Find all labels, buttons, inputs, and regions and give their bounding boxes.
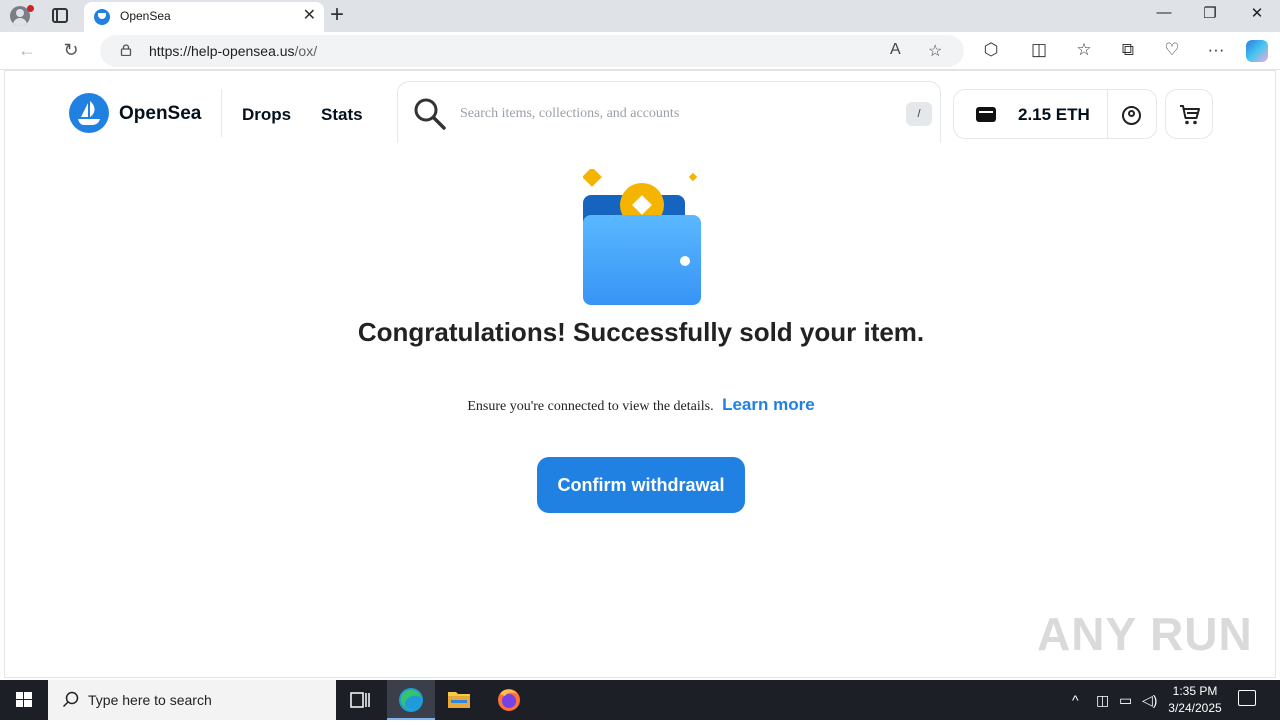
url-host: https://help-opensea.us bbox=[149, 43, 295, 59]
task-view-button[interactable] bbox=[336, 680, 384, 720]
address-bar[interactable]: https://help-opensea.us/ox/ A ☆ bbox=[100, 35, 964, 67]
read-aloud-icon[interactable]: A bbox=[890, 41, 901, 59]
opensea-favicon-icon bbox=[94, 9, 110, 25]
cart-icon bbox=[1180, 105, 1200, 125]
firefox-icon bbox=[498, 689, 520, 711]
clock-time: 1:35 PM bbox=[1172, 684, 1218, 698]
restore-icon[interactable]: ❐ bbox=[1198, 4, 1222, 22]
windows-logo-icon bbox=[16, 692, 32, 707]
network-icon[interactable]: ▭ bbox=[1119, 692, 1132, 709]
wallet-divider bbox=[1107, 90, 1108, 138]
close-window-icon[interactable]: ✕ bbox=[1245, 4, 1269, 22]
new-tab-icon[interactable]: + bbox=[330, 3, 344, 27]
anyrun-watermark: ANY RUN bbox=[1037, 608, 1253, 660]
tray-device-icon[interactable]: ◫ bbox=[1096, 692, 1109, 709]
more-menu-icon[interactable]: ··· bbox=[1205, 40, 1227, 60]
tab-title: OpenSea bbox=[120, 9, 171, 23]
cart-button[interactable] bbox=[1165, 89, 1213, 139]
search-bar[interactable]: Search items, collections, and accounts … bbox=[397, 81, 941, 143]
wallet-illustration-icon bbox=[583, 169, 701, 305]
search-input[interactable]: Search items, collections, and accounts bbox=[460, 106, 679, 122]
copilot-icon[interactable] bbox=[1246, 40, 1268, 62]
learn-more-link[interactable]: Learn more bbox=[722, 395, 815, 414]
search-icon bbox=[414, 98, 446, 130]
browser-toolbar: ← ↻ https://help-opensea.us/ox/ A ☆ ⬡ ◫ … bbox=[0, 32, 1280, 70]
notification-center-icon[interactable] bbox=[1238, 690, 1256, 706]
taskbar-firefox-button[interactable] bbox=[485, 680, 533, 720]
volume-icon[interactable]: ◁) bbox=[1142, 692, 1157, 709]
profile-notification-dot bbox=[27, 5, 34, 12]
taskbar-search-input[interactable]: Type here to search bbox=[88, 692, 212, 708]
taskbar-search-box[interactable]: Type here to search bbox=[48, 680, 336, 720]
edge-icon bbox=[399, 688, 423, 712]
taskbar-edge-button[interactable] bbox=[387, 680, 435, 720]
confirm-withdrawal-button[interactable]: Confirm withdrawal bbox=[537, 457, 745, 513]
wallet-balance-box[interactable]: 2.15 ETH bbox=[953, 89, 1157, 139]
windows-taskbar: Type here to search ^ ◫ ▭ ◁) 1:35 PM 3/2… bbox=[0, 680, 1280, 720]
tab-actions-icon[interactable] bbox=[52, 8, 68, 23]
browser-essentials-icon[interactable]: ♡ bbox=[1161, 40, 1183, 60]
browser-tab-strip: OpenSea ✕ + — ❐ ✕ bbox=[0, 0, 1280, 32]
split-screen-icon[interactable]: ◫ bbox=[1028, 40, 1050, 60]
page-viewport: OpenSea Drops Stats Search items, collec… bbox=[4, 70, 1276, 678]
wallet-icon bbox=[976, 107, 996, 122]
browser-tab[interactable]: OpenSea ✕ bbox=[84, 2, 324, 32]
extensions-icon[interactable]: ⬡ bbox=[980, 40, 1002, 60]
taskbar-file-explorer-button[interactable] bbox=[435, 680, 483, 720]
nav-stats[interactable]: Stats bbox=[321, 105, 363, 125]
start-button[interactable] bbox=[0, 680, 48, 720]
search-shortcut-badge: / bbox=[906, 102, 932, 126]
system-clock[interactable]: 1:35 PM 3/24/2025 bbox=[1160, 683, 1230, 717]
header-divider bbox=[221, 89, 222, 137]
account-icon[interactable] bbox=[1122, 106, 1141, 125]
lock-icon bbox=[120, 44, 132, 56]
file-explorer-icon bbox=[448, 692, 470, 708]
favorites-icon[interactable]: ☆ bbox=[1073, 40, 1095, 60]
close-tab-icon[interactable]: ✕ bbox=[303, 7, 316, 25]
url-text[interactable]: https://help-opensea.us/ox/ bbox=[149, 43, 317, 59]
eth-balance: 2.15 ETH bbox=[1018, 105, 1090, 124]
brand-name[interactable]: OpenSea bbox=[119, 103, 201, 125]
taskbar-search-icon bbox=[62, 691, 79, 708]
url-path: /ox/ bbox=[294, 43, 318, 59]
success-headline: Congratulations! Successfully sold your … bbox=[357, 317, 925, 347]
collections-icon[interactable]: ⧉ bbox=[1117, 40, 1139, 60]
back-icon[interactable]: ← bbox=[16, 40, 38, 60]
clock-date: 3/24/2025 bbox=[1168, 701, 1222, 715]
tray-overflow-icon[interactable]: ^ bbox=[1072, 692, 1079, 708]
task-view-icon bbox=[350, 692, 370, 708]
refresh-icon[interactable]: ↻ bbox=[60, 40, 82, 60]
minimize-icon[interactable]: — bbox=[1152, 4, 1176, 21]
connect-notice: Ensure you're connected to view the deta… bbox=[5, 395, 1277, 415]
favorite-star-icon[interactable]: ☆ bbox=[928, 41, 942, 61]
opensea-logo-icon[interactable] bbox=[69, 93, 109, 133]
connect-notice-text: Ensure you're connected to view the deta… bbox=[467, 399, 714, 414]
nav-drops[interactable]: Drops bbox=[242, 105, 291, 125]
